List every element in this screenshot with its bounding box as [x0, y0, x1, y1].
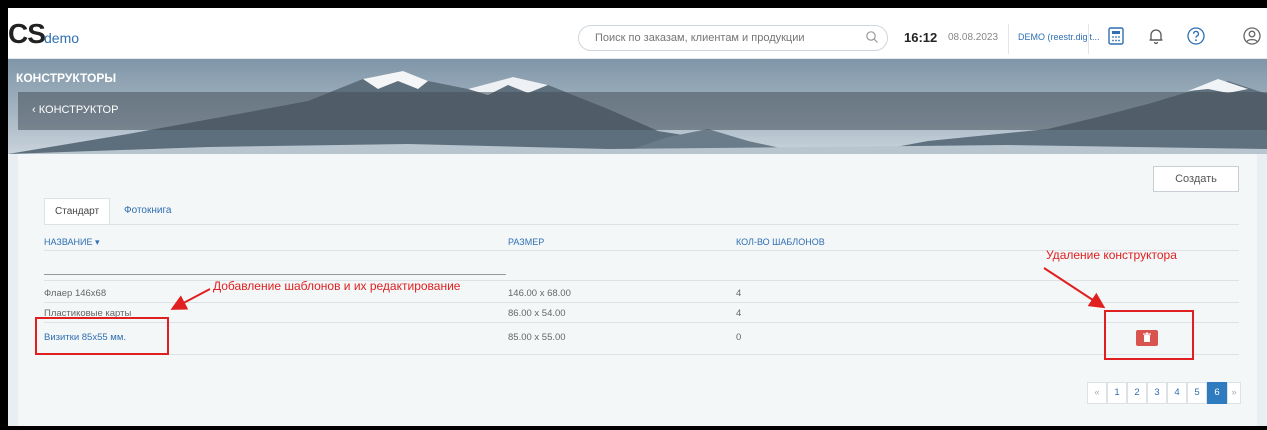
search-box[interactable] — [578, 25, 888, 51]
divider — [1088, 24, 1089, 54]
logo-mark[interactable]: CS — [8, 18, 46, 50]
tab-photobook[interactable]: Фотокнига — [114, 198, 181, 224]
pagination-page[interactable]: 5 — [1187, 382, 1207, 404]
tab-standard[interactable]: Стандарт — [44, 198, 111, 225]
pagination-page[interactable]: 1 — [1107, 382, 1127, 404]
top-bar: CS demo 16:12 08.08.2023 DEMO (reestr.di… — [8, 8, 1267, 59]
search-icon[interactable] — [865, 30, 879, 44]
user-icon[interactable] — [1242, 26, 1262, 46]
row-size: 146.00 x 68.00 — [508, 288, 571, 299]
annotation-box-delete — [1104, 310, 1194, 360]
name-filter-input[interactable] — [44, 274, 506, 275]
pagination-page[interactable]: 2 — [1127, 382, 1147, 404]
pagination-page[interactable]: 3 — [1147, 382, 1167, 404]
breadcrumb-back-link[interactable]: ‹ КОНСТРУКТОР — [32, 104, 118, 116]
pagination-next[interactable]: » — [1227, 382, 1241, 404]
row-count: 4 — [736, 308, 742, 319]
column-header-name[interactable]: НАЗВАНИЕ ▾ — [44, 237, 100, 248]
logo-text[interactable]: demo — [44, 30, 79, 46]
divider — [44, 302, 1239, 303]
annotation-delete-constructor: Удаление конструктора — [1046, 248, 1177, 262]
clock-date: 08.08.2023 — [948, 32, 999, 43]
divider — [44, 354, 1239, 355]
breadcrumb-bar: ‹ КОНСТРУКТОР — [18, 92, 1267, 130]
pagination-page[interactable]: 4 — [1167, 382, 1187, 404]
divider — [44, 322, 1239, 323]
clock-time: 16:12 — [904, 30, 938, 45]
search-input[interactable] — [593, 31, 857, 45]
chevron-left-icon[interactable]: ‹ — [32, 104, 39, 116]
create-button[interactable]: Создать — [1153, 166, 1239, 192]
page-title: КОНСТРУКТОРЫ — [16, 71, 117, 85]
row-name: Флаер 146x68 — [44, 288, 107, 299]
column-header-count[interactable]: КОЛ-ВО ШАБЛОНОВ — [736, 237, 825, 247]
pagination: « 1 2 3 4 5 6 » — [1087, 382, 1241, 404]
app-window: CS demo 16:12 08.08.2023 DEMO (reestr.di… — [8, 8, 1267, 426]
header-banner: КОНСТРУКТОРЫ ‹ КОНСТРУКТОР — [8, 59, 1267, 154]
content-panel: Создать Стандарт Фотокнига НАЗВАНИЕ ▾ РА… — [18, 154, 1257, 426]
divider — [44, 224, 1239, 225]
annotation-add-templates: Добавление шаблонов и их редактирование — [213, 279, 461, 293]
help-icon[interactable] — [1186, 26, 1206, 46]
row-size: 86.00 x 54.00 — [508, 308, 566, 319]
calculator-icon[interactable] — [1106, 26, 1126, 46]
divider — [1008, 24, 1009, 54]
bell-icon[interactable] — [1146, 26, 1166, 46]
row-size: 85.00 x 55.00 — [508, 332, 566, 343]
row-count: 0 — [736, 332, 742, 343]
pagination-page-current[interactable]: 6 — [1207, 382, 1227, 404]
column-header-size[interactable]: РАЗМЕР — [508, 237, 544, 247]
annotation-box-name — [35, 317, 169, 355]
breadcrumb-label[interactable]: КОНСТРУКТОР — [39, 104, 119, 116]
pagination-prev[interactable]: « — [1087, 382, 1107, 404]
row-count: 4 — [736, 288, 742, 299]
